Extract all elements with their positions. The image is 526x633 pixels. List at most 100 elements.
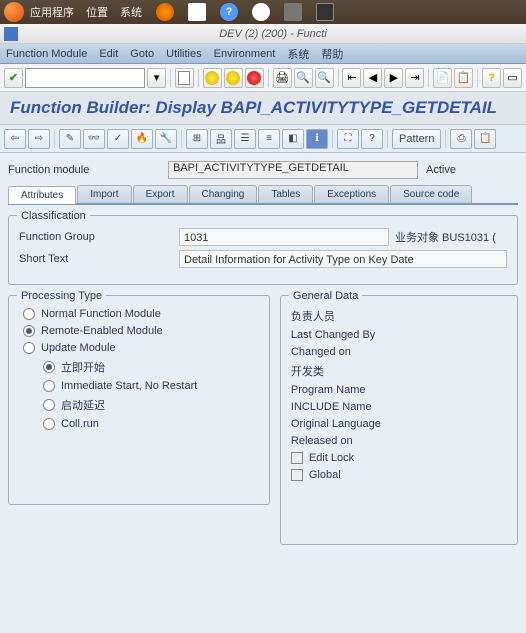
first-page-button[interactable]: ⇤ xyxy=(342,68,361,88)
next-page-button[interactable]: ▶ xyxy=(384,68,403,88)
create-shortcut-button[interactable]: 📋 xyxy=(454,68,473,88)
radio-start-immediate[interactable] xyxy=(43,361,55,373)
function-group-label: Function Group xyxy=(19,231,179,243)
save-button[interactable] xyxy=(175,68,194,88)
tab-export[interactable]: Export xyxy=(133,185,188,203)
prev-page-button[interactable]: ◀ xyxy=(363,68,382,88)
radio-remote-label: Remote-Enabled Module xyxy=(41,325,163,337)
tabstrip: Attributes Import Export Changing Tables… xyxy=(8,185,518,205)
radio-immediate-norestart-label: Immediate Start, No Restart xyxy=(61,380,197,392)
menu-environment[interactable]: Environment xyxy=(214,48,276,60)
changed-on-label: Changed on xyxy=(291,346,351,358)
check-button[interactable]: ✓ xyxy=(107,129,129,149)
radio-start-immediate-label: 立即开始 xyxy=(61,359,105,375)
worklist-button[interactable]: ≡ xyxy=(258,129,280,149)
global-checkbox[interactable] xyxy=(291,469,303,481)
program-name-label: Program Name xyxy=(291,384,366,396)
separator xyxy=(54,130,55,148)
copy-button[interactable]: 📋 xyxy=(474,129,496,149)
dropdown-button[interactable]: ▾ xyxy=(147,68,166,88)
hierarchy-button[interactable]: 品 xyxy=(210,129,232,149)
last-page-button[interactable]: ⇥ xyxy=(405,68,424,88)
display-change-button[interactable]: ✎ xyxy=(59,129,81,149)
nav-forward-button[interactable]: ⇨ xyxy=(28,129,50,149)
menu-help[interactable]: 帮助 xyxy=(321,46,343,62)
create-session-button[interactable]: 📄 xyxy=(433,68,452,88)
radio-immediate-norestart[interactable] xyxy=(43,380,55,392)
cancel-button[interactable] xyxy=(245,68,264,88)
os-menu-places[interactable]: 位置 xyxy=(86,4,108,20)
separator xyxy=(170,69,171,87)
tab-source[interactable]: Source code xyxy=(390,185,472,203)
function-module-field[interactable]: BAPI_ACTIVITYTYPE_GETDETAIL xyxy=(168,161,418,179)
os-menu-system[interactable]: 系统 xyxy=(120,4,142,20)
command-field[interactable] xyxy=(25,68,145,88)
where-used-button[interactable]: ⊞ xyxy=(186,129,208,149)
general-data-group: General Data 负责人员 Last Changed By Change… xyxy=(280,295,518,545)
back-button[interactable] xyxy=(203,68,222,88)
main-area: Function module BAPI_ACTIVITYTYPE_GETDET… xyxy=(0,153,526,633)
radio-update-label: Update Module xyxy=(41,342,116,354)
mail-icon[interactable] xyxy=(188,3,206,21)
radio-remote[interactable] xyxy=(23,325,35,337)
menu-goto[interactable]: Goto xyxy=(130,48,154,60)
back-icon xyxy=(205,71,219,85)
menu-system[interactable]: 系统 xyxy=(287,46,309,62)
function-module-label: Function module xyxy=(8,164,168,176)
layout-button[interactable]: ▭ xyxy=(503,68,522,88)
radio-normal-label: Normal Function Module xyxy=(41,308,161,320)
menu-utilities[interactable]: Utilities xyxy=(166,48,201,60)
separator xyxy=(387,130,388,148)
tab-attributes[interactable]: Attributes xyxy=(8,186,76,204)
cancel-icon xyxy=(247,71,261,85)
radio-delayed[interactable] xyxy=(43,399,55,411)
radio-update[interactable] xyxy=(23,342,35,354)
processing-type-title: Processing Type xyxy=(17,290,106,302)
short-text-field[interactable]: Detail Information for Activity Type on … xyxy=(179,250,507,268)
radio-collrun[interactable] xyxy=(43,418,55,430)
separator xyxy=(477,69,478,87)
pretty-print-button[interactable]: ⎙ xyxy=(450,129,472,149)
terminal-icon[interactable] xyxy=(316,3,334,21)
menu-function-module[interactable]: Function Module xyxy=(6,48,87,60)
help-button-2[interactable]: ? xyxy=(361,129,383,149)
firefox-icon[interactable] xyxy=(156,3,174,21)
enter-button[interactable]: ✔ xyxy=(4,68,23,88)
ubuntu-icon[interactable] xyxy=(4,2,24,22)
page-title: Function Builder: Display BAPI_ACTIVITYT… xyxy=(0,92,526,125)
app-icon[interactable] xyxy=(284,3,302,21)
find-next-button[interactable]: 🔍 xyxy=(315,68,334,88)
function-group-field[interactable]: 1031 xyxy=(179,228,389,246)
exit-button[interactable] xyxy=(224,68,243,88)
pattern-button[interactable]: Pattern xyxy=(392,129,441,149)
object-list-button[interactable]: ☰ xyxy=(234,129,256,149)
global-label: Global xyxy=(309,469,341,481)
radio-normal[interactable] xyxy=(23,308,35,320)
help-button[interactable]: ? xyxy=(482,68,501,88)
tab-exceptions[interactable]: Exceptions xyxy=(314,185,389,203)
print-button[interactable]: 🖨 xyxy=(273,68,292,88)
menu-edit[interactable]: Edit xyxy=(99,48,118,60)
display-navigation-button[interactable]: ℹ xyxy=(306,129,328,149)
tab-import[interactable]: Import xyxy=(77,185,131,203)
activate-button[interactable]: 🔥 xyxy=(131,129,153,149)
processing-type-group: Processing Type Normal Function Module R… xyxy=(8,295,270,505)
tab-changing[interactable]: Changing xyxy=(189,185,258,203)
dev-class-label: 开发类 xyxy=(291,363,324,379)
other-object-button[interactable]: 👓 xyxy=(83,129,105,149)
find-button[interactable]: 🔍 xyxy=(294,68,313,88)
tab-tables[interactable]: Tables xyxy=(258,185,313,203)
original-language-label: Original Language xyxy=(291,418,381,430)
separator xyxy=(338,69,339,87)
edit-lock-checkbox[interactable] xyxy=(291,452,303,464)
qq-icon[interactable] xyxy=(252,3,270,21)
test-button[interactable]: 🔧 xyxy=(155,129,177,149)
nav-back-button[interactable]: ⇦ xyxy=(4,129,26,149)
os-menu-apps[interactable]: 应用程序 xyxy=(30,4,74,20)
released-on-label: Released on xyxy=(291,435,353,447)
display-object-list-button[interactable]: ◧ xyxy=(282,129,304,149)
general-data-title: General Data xyxy=(289,290,362,302)
help-icon[interactable]: ? xyxy=(220,3,238,21)
fullscreen-button[interactable]: ⛶ xyxy=(337,129,359,149)
function-group-desc: 业务对象 BUS1031 ( xyxy=(395,229,496,245)
